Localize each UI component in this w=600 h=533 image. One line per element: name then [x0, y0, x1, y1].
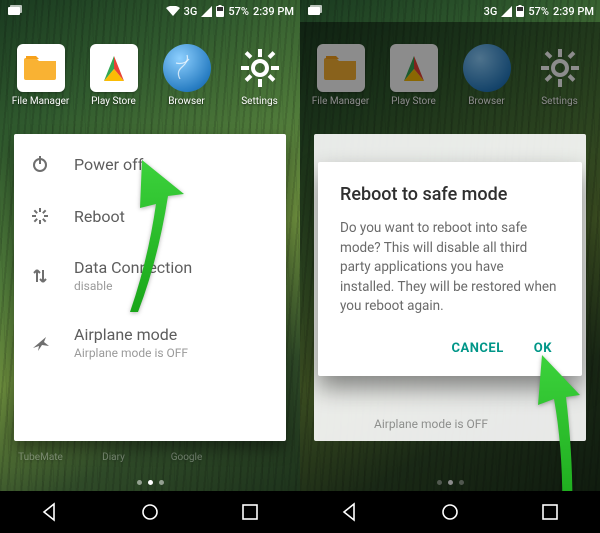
clock: 2:39 PM [253, 5, 294, 18]
navigation-bar [300, 491, 600, 533]
data-connection-icon [30, 266, 50, 286]
recent-button[interactable] [520, 491, 580, 533]
app-label: Google [171, 452, 203, 463]
app-label: File Manager [12, 96, 70, 107]
dialog-title: Reboot to safe mode [340, 184, 560, 205]
cancel-button[interactable]: CANCEL [448, 333, 508, 364]
menu-item-subtitle: Airplane mode is OFF [74, 346, 188, 360]
battery-percent: 57% [228, 5, 249, 18]
reboot-icon [30, 206, 50, 226]
network-type: 3G [184, 5, 198, 18]
page-indicator [0, 480, 300, 485]
browser-icon [163, 44, 211, 92]
app-label: TubeMate [18, 452, 63, 463]
app-tubemate[interactable]: TubeMate [9, 452, 73, 463]
left-phone: 3G 57% 2:39 PM File Manager [0, 0, 300, 533]
status-bar: 3G 57% 2:39 PM [300, 0, 600, 22]
battery-icon [216, 5, 224, 17]
app-row-lower: TubeMate Diary Google [0, 452, 300, 463]
settings-gear-icon [236, 44, 284, 92]
app-browser[interactable]: Browser [155, 44, 219, 107]
folder-icon [17, 44, 65, 92]
annotation-arrow [110, 160, 200, 312]
app-file-manager[interactable]: File Manager [9, 44, 73, 107]
app-diary[interactable]: Diary [82, 452, 146, 463]
app-label: Diary [102, 452, 125, 463]
battery-icon [516, 5, 524, 17]
back-button[interactable] [20, 491, 80, 533]
dialog-body: Do you want to reboot into safe mode? Th… [340, 219, 560, 317]
navigation-bar [0, 491, 300, 533]
status-bar: 3G 57% 2:39 PM [0, 0, 300, 22]
home-button[interactable] [120, 491, 180, 533]
back-button[interactable] [320, 491, 380, 533]
network-type: 3G [484, 5, 498, 18]
app-label: Play Store [91, 96, 136, 107]
safe-mode-dialog: Reboot to safe mode Do you want to reboo… [318, 162, 582, 376]
play-store-icon [90, 44, 138, 92]
recent-button[interactable] [220, 491, 280, 533]
app-label: Settings [241, 96, 278, 107]
app-settings[interactable]: Settings [228, 44, 292, 107]
dual-screenshot-container: 3G 57% 2:39 PM File Manager [0, 0, 600, 533]
airplane-icon [30, 333, 50, 353]
battery-percent: 57% [528, 5, 549, 18]
home-button[interactable] [420, 491, 480, 533]
message-icon [8, 5, 22, 17]
right-phone: 3G 57% 2:39 PM File Manager [300, 0, 600, 533]
message-icon [308, 5, 322, 17]
app-label: Browser [168, 96, 205, 107]
app-google[interactable]: Google [155, 452, 219, 463]
power-icon [30, 154, 50, 174]
clock: 2:39 PM [553, 5, 594, 18]
menu-item-title: Airplane mode [74, 325, 188, 344]
app-play-store[interactable]: Play Store [82, 44, 146, 107]
airplane-mode-item[interactable]: Airplane mode Airplane mode is OFF [14, 309, 286, 376]
signal-icon [201, 6, 212, 17]
signal-icon [501, 6, 512, 17]
app-row: File Manager Play Store Browser Settings [0, 44, 300, 107]
wifi-icon [166, 6, 180, 17]
